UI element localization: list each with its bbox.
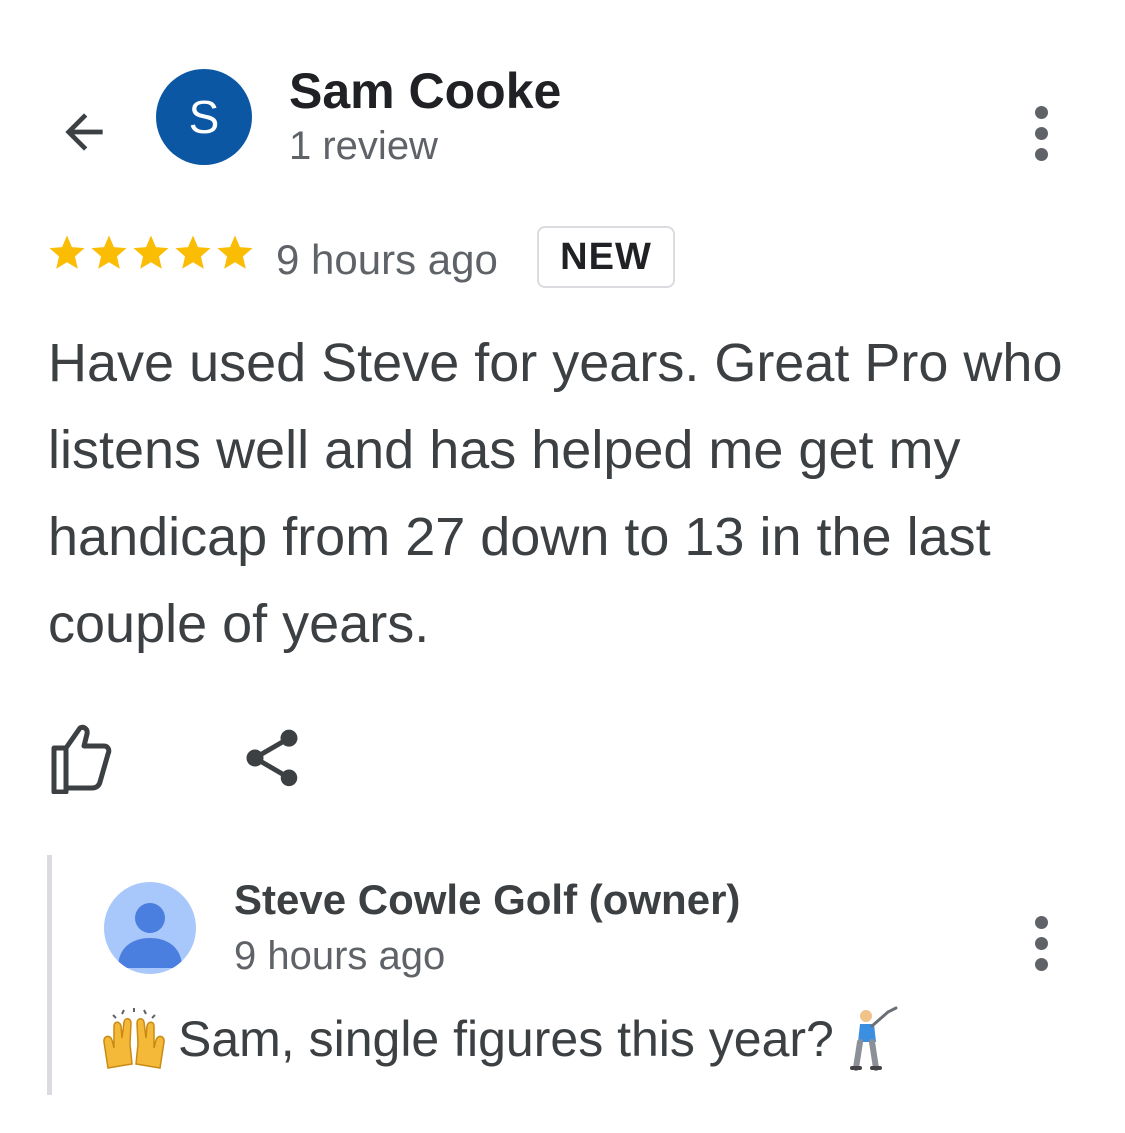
owner-reply-text: Sam, single figures this year?: [100, 1006, 900, 1072]
thumb-up-icon: [51, 724, 112, 795]
like-button[interactable]: [44, 722, 116, 795]
golfer-emoji: [849, 1006, 898, 1071]
more-vert-icon-dot: [1034, 957, 1048, 971]
review-time: 9 hours ago: [276, 236, 498, 283]
star-icon: [175, 235, 211, 269]
person-icon: [118, 903, 182, 968]
star-rating: [46, 232, 256, 274]
new-badge: NEW: [537, 226, 675, 288]
owner-name: Steve Cowle Golf (owner): [234, 876, 741, 923]
star-icon: [133, 235, 169, 269]
owner-reply-message: Sam, single figures this year?: [178, 1011, 834, 1067]
reply-divider: [47, 855, 52, 1095]
star-icon: [49, 235, 85, 269]
more-vert-icon-dot: [1034, 936, 1048, 950]
back-button[interactable]: [46, 94, 122, 170]
more-vert-icon-dot: [1034, 147, 1048, 161]
share-icon: [246, 729, 298, 787]
more-vert-icon: [1034, 915, 1048, 929]
more-vert-icon-dot: [1034, 126, 1048, 140]
more-vert-icon: [1034, 105, 1048, 119]
reviewer-review-count: 1 review: [289, 124, 438, 168]
owner-avatar[interactable]: [104, 882, 196, 974]
reviewer-name[interactable]: Sam Cooke: [289, 62, 561, 120]
share-button[interactable]: [238, 724, 306, 792]
review-text: Have used Steve for years. Great Pro who…: [48, 333, 1063, 654]
reply-more-options-button[interactable]: [1021, 908, 1061, 978]
star-icon: [217, 235, 253, 269]
arrow-back-icon: [65, 113, 103, 151]
owner-reply-time: 9 hours ago: [234, 934, 446, 978]
reviewer-avatar[interactable]: S: [156, 69, 252, 165]
star-icon: [91, 235, 127, 269]
raising-hands-emoji: [103, 1008, 165, 1069]
review-more-options-button[interactable]: [1021, 98, 1061, 168]
